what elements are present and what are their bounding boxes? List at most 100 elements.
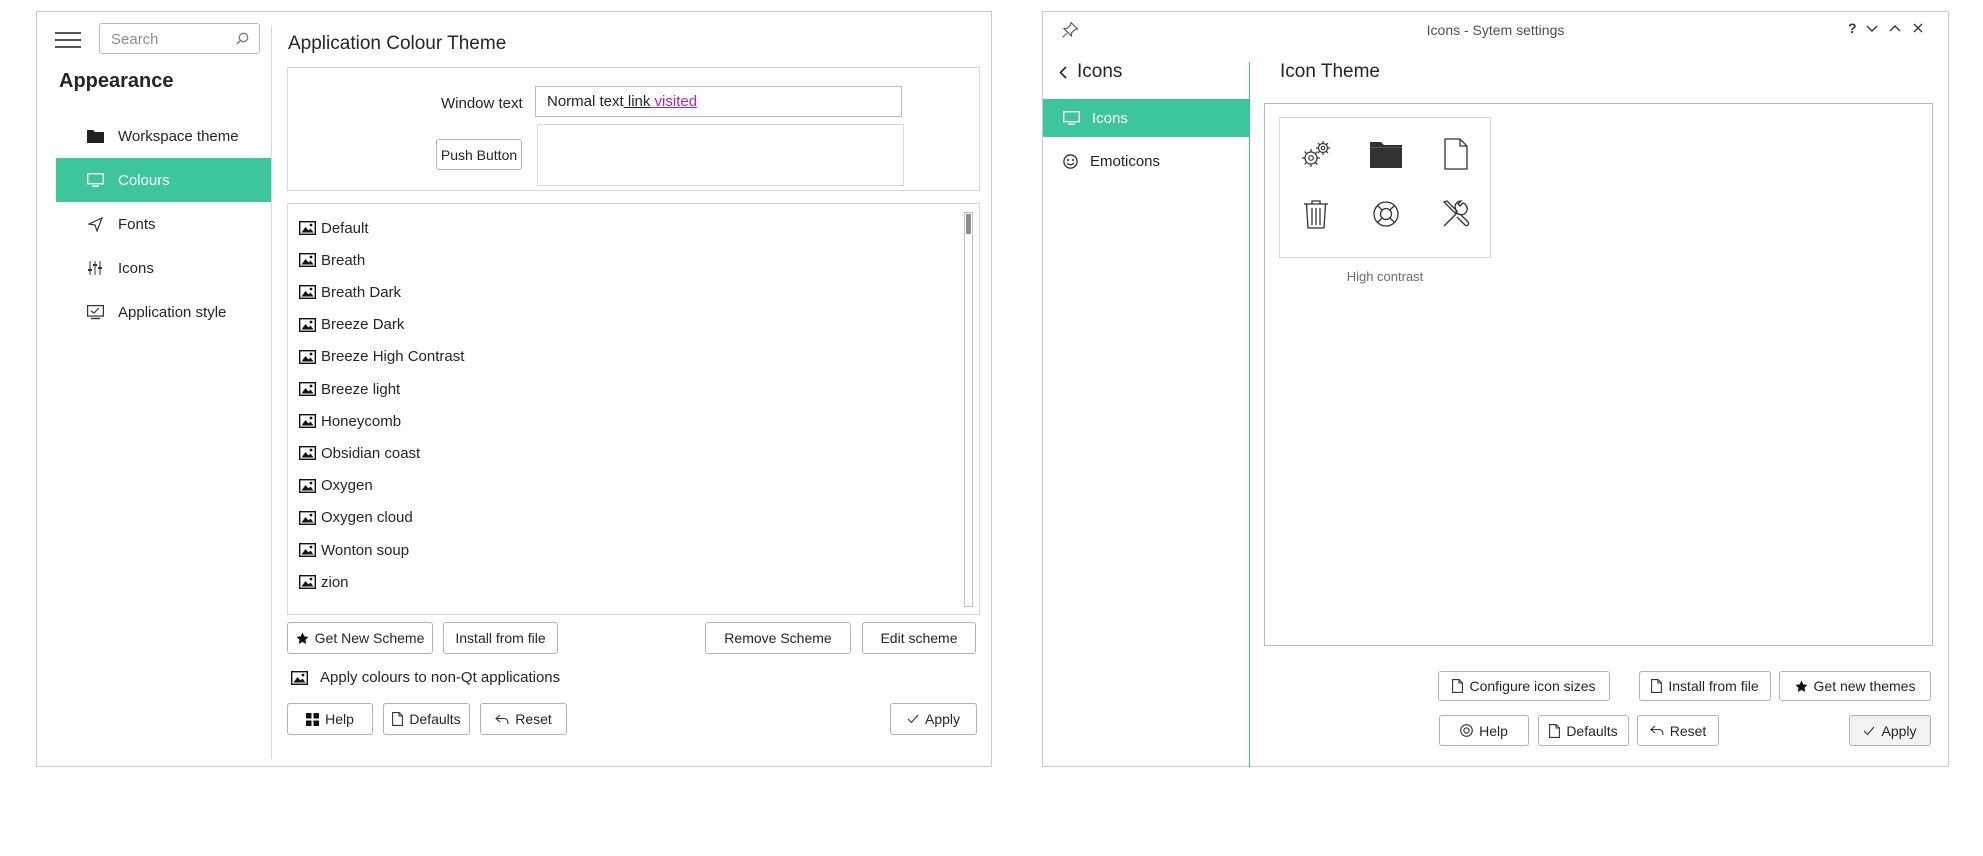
image-icon xyxy=(299,221,316,235)
get-new-scheme-button[interactable]: Get New Scheme xyxy=(287,622,433,654)
list-item[interactable]: Breeze High Contrast xyxy=(299,345,464,369)
button-label: Help xyxy=(1479,722,1508,739)
document-icon xyxy=(392,712,404,726)
window-title: Icons - Sytem settings xyxy=(1426,22,1565,38)
sidebar-item-icons[interactable]: Icons xyxy=(1043,99,1249,137)
install-from-file-button[interactable]: Install from file xyxy=(1639,671,1771,701)
image-icon xyxy=(299,317,316,332)
theme-name-label: High contrast xyxy=(1346,269,1424,284)
image-icon xyxy=(299,510,316,525)
list-item[interactable]: Breath xyxy=(299,248,365,272)
colours-settings-window: Appearance Workspace theme Colours Fonts… xyxy=(36,11,992,767)
smiley-icon xyxy=(1063,153,1078,169)
close-icon[interactable] xyxy=(1913,23,1923,33)
apply-button[interactable]: Apply xyxy=(890,703,977,735)
maximize-icon[interactable] xyxy=(1889,24,1901,32)
search-box[interactable] xyxy=(99,23,260,54)
list-item[interactable]: Oxygen cloud xyxy=(299,506,413,530)
sidebar-title: Appearance xyxy=(59,70,174,92)
check-icon xyxy=(907,714,919,724)
help-button[interactable]: Help xyxy=(1439,715,1529,746)
button-label: Remove Scheme xyxy=(724,630,832,646)
search-icon xyxy=(236,32,249,45)
send-icon xyxy=(86,215,104,233)
icon-theme-card[interactable] xyxy=(1279,117,1491,258)
list-item[interactable]: Honeycomb xyxy=(299,409,401,433)
button-label: Reset xyxy=(515,711,552,727)
trash-icon xyxy=(1296,194,1336,234)
remove-scheme-button[interactable]: Remove Scheme xyxy=(705,622,851,654)
apply-colours-label: Apply colours to non-Qt applications xyxy=(320,669,561,686)
reset-button[interactable]: Reset xyxy=(1637,715,1719,746)
image-icon xyxy=(299,349,316,364)
scheme-name: Breeze High Contrast xyxy=(321,348,465,366)
scrollbar-thumb[interactable] xyxy=(966,214,971,234)
list-item[interactable]: zion xyxy=(299,570,349,594)
monitor-icon xyxy=(1063,110,1080,126)
list-item[interactable]: Default xyxy=(299,216,369,240)
window-text-preview: Normal text link visited xyxy=(535,86,902,117)
minimize-icon[interactable] xyxy=(1866,25,1878,33)
apply-colours-option[interactable]: Apply colours to non-Qt applications xyxy=(291,669,560,686)
button-label: Defaults xyxy=(1566,722,1618,739)
apply-button[interactable]: Apply xyxy=(1849,715,1931,746)
button-label: Configure icon sizes xyxy=(1469,678,1596,694)
sidebar-item-label: Icons xyxy=(118,259,154,277)
scheme-name: Default xyxy=(321,219,369,237)
sidebar-item-label: Application style xyxy=(118,303,227,321)
image-icon xyxy=(299,253,316,268)
scheme-name: Oxygen xyxy=(321,477,373,495)
help-button[interactable]: Help xyxy=(287,703,373,735)
button-label: Help xyxy=(325,711,354,727)
sidebar-item-label: Workspace theme xyxy=(118,127,239,145)
sidebar-item-label: Fonts xyxy=(118,215,156,233)
list-item[interactable]: Wonton soup xyxy=(299,538,409,562)
sidebar-item-colours[interactable]: Colours xyxy=(56,158,271,202)
help-circle-icon xyxy=(1460,724,1473,737)
link-sample[interactable]: link xyxy=(624,93,651,110)
sidebar-divider xyxy=(1249,62,1250,767)
button-label: Defaults xyxy=(409,711,461,727)
sidebar-item-application-style[interactable]: Application style xyxy=(56,290,271,334)
help-question-icon[interactable]: ? xyxy=(1848,20,1857,36)
document-icon xyxy=(1436,134,1476,174)
list-item[interactable]: Breeze light xyxy=(299,377,400,401)
list-item[interactable]: Obsidian coast xyxy=(299,441,420,465)
desktop-settings-icon xyxy=(86,303,104,321)
button-label: Get New Scheme xyxy=(314,630,425,646)
scrollbar[interactable] xyxy=(964,212,973,607)
tools-icon xyxy=(1436,194,1476,234)
hamburger-menu-icon[interactable] xyxy=(55,30,81,50)
scheme-name: Breath xyxy=(321,251,366,269)
colour-scheme-list[interactable]: Default Breath Breath Dark Breeze Dark Breez… xyxy=(287,203,980,615)
window-titlebar: Icons - Sytem settings ? xyxy=(1043,12,1948,48)
button-label: Install from file xyxy=(1668,678,1759,694)
sidebar-item-workspace-theme[interactable]: Workspace theme xyxy=(56,114,271,158)
button-label: Edit scheme xyxy=(880,630,958,646)
sidebar-item-label: Icons xyxy=(1092,109,1128,127)
back-button[interactable]: Icons xyxy=(1059,61,1122,83)
back-label: Icons xyxy=(1077,61,1123,82)
defaults-button[interactable]: Defaults xyxy=(383,703,470,735)
list-item[interactable]: Breeze Dark xyxy=(299,313,404,337)
get-new-themes-button[interactable]: Get new themes xyxy=(1779,671,1931,701)
sidebar-item-icons[interactable]: Icons xyxy=(56,246,271,290)
monitor-icon xyxy=(86,171,104,189)
defaults-button[interactable]: Defaults xyxy=(1538,715,1629,746)
list-item[interactable]: Oxygen xyxy=(299,474,373,498)
scheme-name: Wonton soup xyxy=(321,541,410,559)
edit-scheme-button[interactable]: Edit scheme xyxy=(862,622,976,654)
search-input[interactable] xyxy=(109,24,233,54)
install-from-file-button[interactable]: Install from file xyxy=(443,622,558,654)
sidebar-item-emoticons[interactable]: Emoticons xyxy=(1043,142,1249,180)
reset-button[interactable]: Reset xyxy=(480,703,567,735)
sidebar-item-fonts[interactable]: Fonts xyxy=(56,202,271,246)
chevron-left-icon xyxy=(1059,65,1067,79)
folder-icon xyxy=(86,127,104,145)
page-title: Application Colour Theme xyxy=(288,33,507,54)
visited-link-sample[interactable]: visited xyxy=(650,93,698,110)
configure-icon-sizes-button[interactable]: Configure icon sizes xyxy=(1438,671,1610,701)
push-button-preview[interactable]: Push Button xyxy=(436,139,522,170)
list-item[interactable]: Breath Dark xyxy=(299,280,401,304)
scheme-name: zion xyxy=(321,573,349,591)
